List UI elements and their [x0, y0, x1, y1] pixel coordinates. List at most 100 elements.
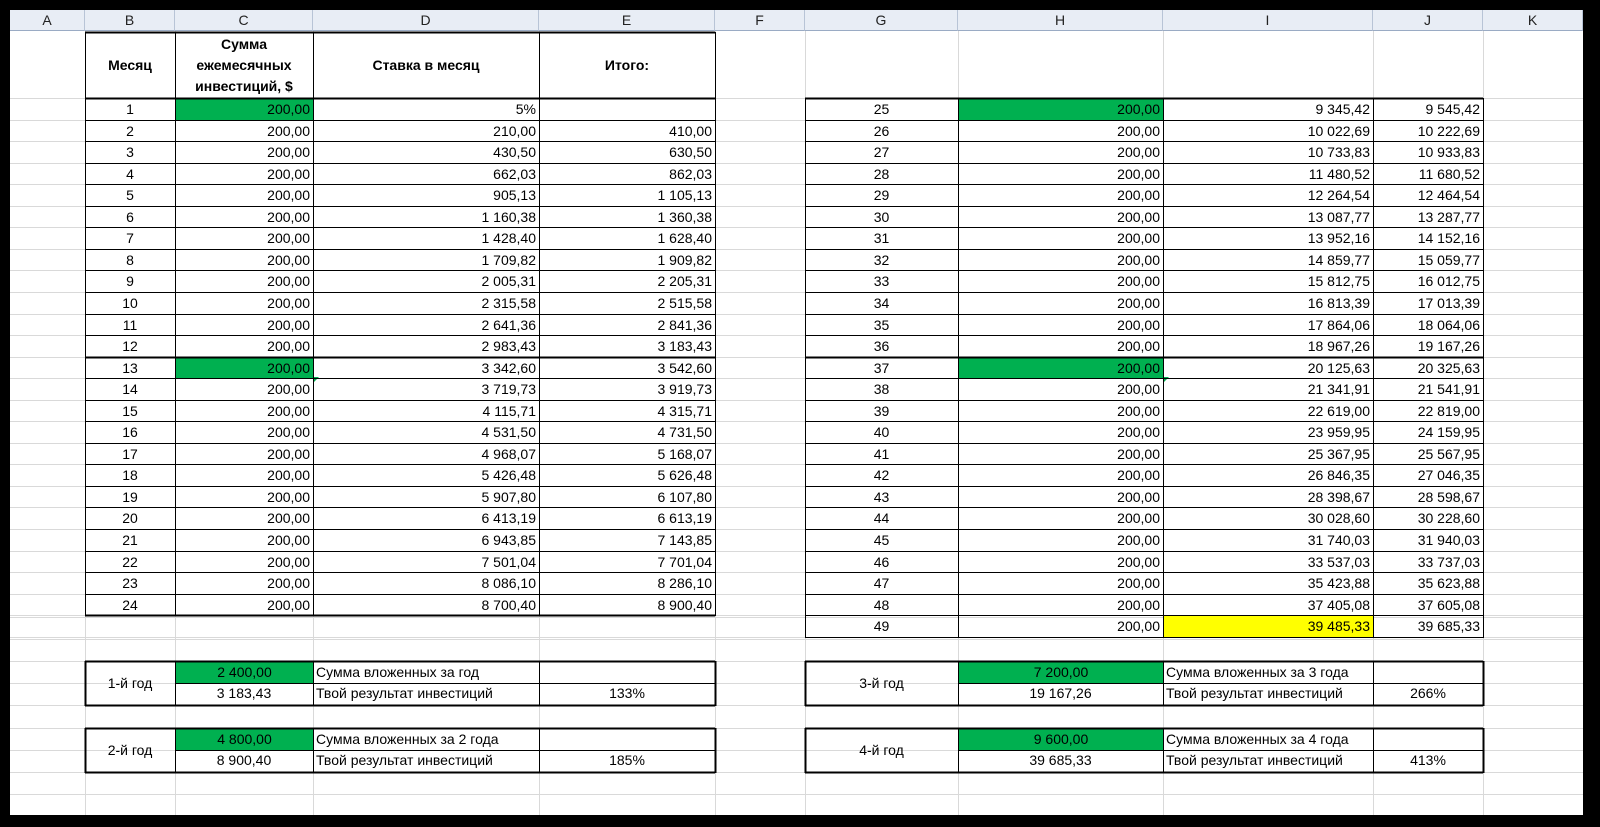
left-month-cell[interactable]: 12: [85, 336, 175, 357]
summary-invested-value[interactable]: 9 600,00: [959, 729, 1163, 750]
column-header-h[interactable]: H: [958, 10, 1163, 31]
right-total-cell[interactable]: 11 680,52: [1373, 164, 1483, 184]
right-investment-cell[interactable]: 200,00: [959, 595, 1163, 615]
left-interest-cell[interactable]: 662,03: [313, 164, 539, 184]
left-total-cell[interactable]: 8 286,10: [539, 573, 715, 594]
right-total-cell[interactable]: 31 940,03: [1373, 530, 1483, 551]
right-investment-cell[interactable]: 200,00: [959, 401, 1163, 421]
right-month-cell[interactable]: 49: [805, 616, 958, 637]
right-total-cell[interactable]: 25 567,95: [1373, 444, 1483, 464]
right-interest-cell[interactable]: 14 859,77: [1163, 250, 1373, 270]
right-investment-cell[interactable]: 200,00: [959, 293, 1163, 314]
summary-invested-label[interactable]: Сумма вложенных за 2 года: [313, 729, 715, 750]
right-month-cell[interactable]: 39: [805, 401, 958, 421]
right-investment-cell[interactable]: 200,00: [959, 552, 1163, 572]
right-month-cell[interactable]: 25: [805, 99, 958, 120]
summary-year-label[interactable]: 2-й год: [85, 729, 175, 772]
left-month-cell[interactable]: 3: [85, 142, 175, 163]
left-investment-cell[interactable]: 200,00: [176, 228, 313, 249]
left-interest-cell[interactable]: 4 968,07: [313, 444, 539, 464]
right-total-cell[interactable]: 22 819,00: [1373, 401, 1483, 421]
right-interest-cell[interactable]: 21 341,91: [1163, 379, 1373, 400]
summary-year-label[interactable]: 4-й год: [805, 729, 958, 772]
summary-result-value[interactable]: 19 167,26: [958, 683, 1163, 704]
left-total-cell[interactable]: 630,50: [539, 142, 715, 163]
left-investment-cell[interactable]: 200,00: [176, 595, 313, 615]
column-header-g[interactable]: G: [805, 10, 958, 31]
header-rate[interactable]: Ставка в месяц: [313, 32, 539, 98]
right-interest-cell[interactable]: 37 405,08: [1163, 595, 1373, 615]
left-investment-cell[interactable]: 200,00: [176, 552, 313, 572]
left-month-cell[interactable]: 15: [85, 401, 175, 421]
right-month-cell[interactable]: 28: [805, 164, 958, 184]
summary-result-value[interactable]: 39 685,33: [958, 750, 1163, 771]
right-interest-cell[interactable]: 11 480,52: [1163, 164, 1373, 184]
summary-result-label[interactable]: Твой результат инвестиций: [313, 750, 539, 771]
left-investment-cell[interactable]: 200,00: [176, 207, 313, 227]
right-month-cell[interactable]: 26: [805, 121, 958, 141]
left-month-cell[interactable]: 23: [85, 573, 175, 594]
left-investment-cell[interactable]: 200,00: [176, 99, 313, 120]
left-interest-cell[interactable]: 6 413,19: [313, 508, 539, 529]
column-header-b[interactable]: B: [85, 10, 175, 31]
right-investment-cell[interactable]: 200,00: [959, 444, 1163, 464]
right-total-cell[interactable]: 16 012,75: [1373, 271, 1483, 292]
right-investment-cell[interactable]: 200,00: [959, 164, 1163, 184]
left-month-cell[interactable]: 8: [85, 250, 175, 270]
right-total-cell[interactable]: 35 623,88: [1373, 573, 1483, 594]
right-interest-cell[interactable]: 12 264,54: [1163, 185, 1373, 206]
right-interest-cell[interactable]: 10 733,83: [1163, 142, 1373, 163]
left-investment-cell[interactable]: 200,00: [176, 185, 313, 206]
right-month-cell[interactable]: 47: [805, 573, 958, 594]
left-total-cell[interactable]: 7 701,04: [539, 552, 715, 572]
summary-result-label[interactable]: Твой результат инвестиций: [313, 683, 539, 704]
left-month-cell[interactable]: 1: [85, 99, 175, 120]
right-investment-cell[interactable]: 200,00: [959, 207, 1163, 227]
left-interest-cell[interactable]: 5%: [313, 99, 539, 120]
left-interest-cell[interactable]: 4 531,50: [313, 422, 539, 443]
summary-invested-value[interactable]: 7 200,00: [959, 662, 1163, 683]
left-total-cell[interactable]: 8 900,40: [539, 595, 715, 615]
left-interest-cell[interactable]: 210,00: [313, 121, 539, 141]
summary-year-label[interactable]: 3-й год: [805, 662, 958, 705]
left-interest-cell[interactable]: 905,13: [313, 185, 539, 206]
right-total-cell[interactable]: 9 545,42: [1373, 99, 1483, 120]
left-month-cell[interactable]: 5: [85, 185, 175, 206]
right-total-cell[interactable]: 39 685,33: [1373, 616, 1483, 637]
column-header-a[interactable]: A: [10, 10, 85, 31]
left-total-cell[interactable]: 1 909,82: [539, 250, 715, 270]
header-month[interactable]: Месяц: [85, 32, 175, 98]
right-interest-cell[interactable]: 13 087,77: [1163, 207, 1373, 227]
right-investment-cell[interactable]: 200,00: [959, 336, 1163, 357]
left-investment-cell[interactable]: 200,00: [176, 271, 313, 292]
left-interest-cell[interactable]: 1 428,40: [313, 228, 539, 249]
left-month-cell[interactable]: 14: [85, 379, 175, 400]
right-investment-cell[interactable]: 200,00: [959, 228, 1163, 249]
right-interest-cell[interactable]: 35 423,88: [1163, 573, 1373, 594]
left-total-cell[interactable]: 1 105,13: [539, 185, 715, 206]
right-interest-cell[interactable]: 23 959,95: [1163, 422, 1373, 443]
column-header-j[interactable]: J: [1373, 10, 1483, 31]
right-total-cell[interactable]: 30 228,60: [1373, 508, 1483, 529]
right-interest-cell[interactable]: 28 398,67: [1163, 487, 1373, 507]
right-total-cell[interactable]: 28 598,67: [1373, 487, 1483, 507]
spreadsheet-sheet[interactable]: ABCDEFGHIJK Месяц Сумма ежемесячных инвес…: [10, 10, 1583, 815]
left-total-cell[interactable]: 2 841,36: [539, 315, 715, 335]
left-investment-cell[interactable]: 200,00: [176, 573, 313, 594]
left-total-cell[interactable]: 6 107,80: [539, 487, 715, 507]
summary-percent-value[interactable]: 133%: [539, 683, 715, 704]
left-interest-cell[interactable]: 430,50: [313, 142, 539, 163]
right-total-cell[interactable]: 19 167,26: [1373, 336, 1483, 357]
left-investment-cell[interactable]: 200,00: [176, 358, 313, 378]
right-month-cell[interactable]: 37: [805, 358, 958, 378]
right-total-cell[interactable]: 14 152,16: [1373, 228, 1483, 249]
right-total-cell[interactable]: 27 046,35: [1373, 465, 1483, 486]
left-investment-cell[interactable]: 200,00: [176, 164, 313, 184]
right-interest-cell[interactable]: 20 125,63: [1163, 358, 1373, 378]
right-investment-cell[interactable]: 200,00: [959, 315, 1163, 335]
summary-percent-value[interactable]: 266%: [1373, 683, 1483, 704]
left-month-cell[interactable]: 2: [85, 121, 175, 141]
right-interest-cell[interactable]: 18 967,26: [1163, 336, 1373, 357]
left-month-cell[interactable]: 16: [85, 422, 175, 443]
right-investment-cell[interactable]: 200,00: [959, 487, 1163, 507]
